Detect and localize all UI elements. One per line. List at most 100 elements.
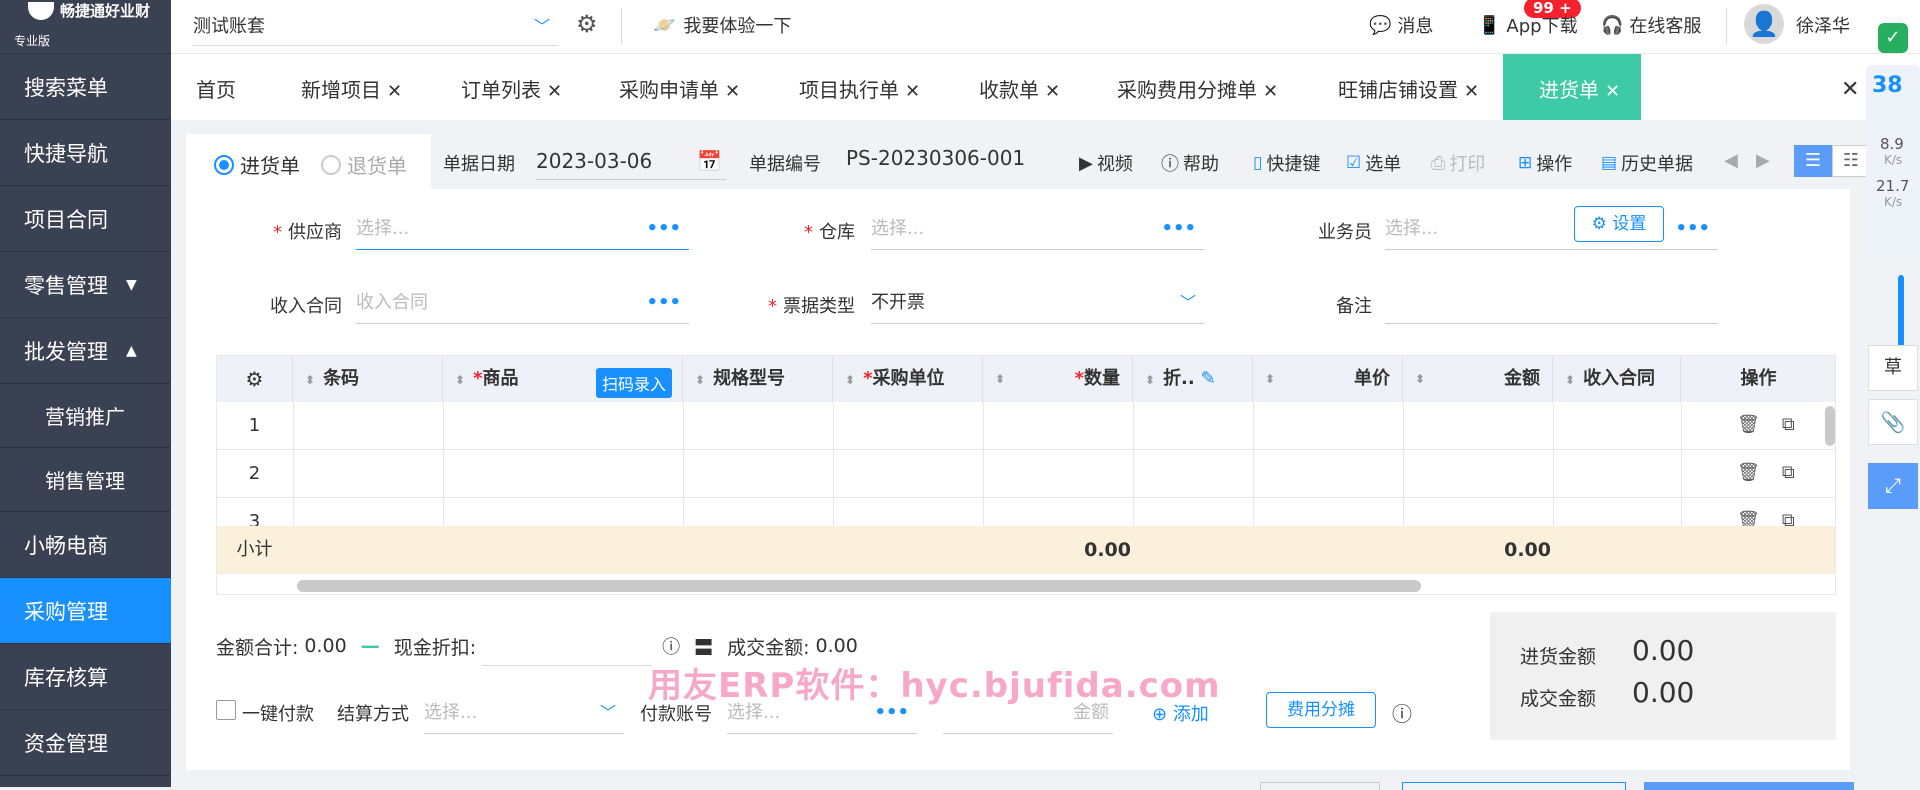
gear-icon[interactable]: ⚙ (576, 10, 598, 38)
draft-button[interactable]: 草 (1868, 345, 1918, 391)
column-header-barcode[interactable]: ⬍ 条码 (293, 356, 443, 402)
invoice-type-select[interactable]: 不开票 ﹀ (871, 282, 1204, 324)
settlement-method-select[interactable]: 选择... ﹀ (424, 692, 624, 734)
salesman-input[interactable]: 选择... ••• (1385, 208, 1718, 250)
sidebar-item-retail[interactable]: 零售管理 ▼ (0, 252, 171, 318)
card-view-icon[interactable]: ☷ (1832, 145, 1870, 177)
warehouse-input[interactable]: 选择... ••• (871, 208, 1204, 250)
cash-discount-input[interactable] (482, 626, 653, 666)
column-header-discount[interactable]: ⬍ 折.. ✎ (1133, 356, 1253, 402)
close-icon[interactable]: ✕ (1263, 81, 1278, 102)
sidebar-item-purchase[interactable]: 采购管理 (0, 578, 171, 644)
expand-icon[interactable]: ⤢ (1868, 463, 1918, 509)
column-header-quantity[interactable]: ⬍ *数量 (983, 356, 1133, 402)
attachment-icon[interactable]: 📎 (1868, 399, 1918, 445)
sidebar-item-ecommerce[interactable]: 小畅电商 (0, 512, 171, 578)
trash-icon[interactable]: 🗑 (1737, 414, 1760, 435)
more-icon[interactable]: ••• (646, 282, 681, 324)
payment-account-select[interactable]: 选择... ••• (727, 692, 917, 734)
prev-icon[interactable]: ◀ (1724, 150, 1738, 171)
help-icon[interactable]: ⓘ (1392, 698, 1412, 727)
radio-return[interactable]: 退货单 (321, 150, 407, 179)
help-icon[interactable]: ⓘ (662, 633, 680, 659)
close-icon[interactable]: ✕ (725, 81, 740, 102)
sidebar-item-funds[interactable]: 资金管理 (0, 710, 171, 776)
tab-purchase-fee-allocation[interactable]: 采购费用分摊单 ✕ (1117, 54, 1278, 120)
tab-home[interactable]: 首页 (196, 54, 236, 120)
table-row[interactable]: 2 🗑 ⧉ (217, 450, 1835, 498)
calendar-icon[interactable]: 📅 (697, 142, 722, 180)
one-click-pay-checkbox[interactable] (216, 700, 236, 720)
close-all-icon[interactable]: ✕ (1841, 54, 1859, 120)
sidebar-item-inventory[interactable]: 库存核算 (0, 644, 171, 710)
history-button[interactable]: ▤ 历史单据 (1601, 150, 1693, 176)
sidebar-item-marketing[interactable]: 营销推广 (0, 384, 171, 448)
add-payment-button[interactable]: ⊕ 添加 (1152, 700, 1209, 726)
sidebar-item-quick-nav[interactable]: 快捷导航 (0, 120, 171, 186)
column-settings-icon[interactable]: ⚙ (217, 356, 293, 402)
tab-new-project[interactable]: 新增项目 ✕ (301, 54, 402, 120)
edit-icon[interactable]: ✎ (1201, 368, 1216, 389)
column-header-spec[interactable]: ⬍ 规格型号 (683, 356, 833, 402)
messages-button[interactable]: 💬 消息 (1369, 12, 1433, 38)
shield-icon[interactable]: ✓ (1878, 23, 1908, 53)
bottom-button[interactable] (1402, 782, 1626, 790)
app-download-button[interactable]: 📱 App下载 (1478, 12, 1578, 38)
column-header-price[interactable]: ⬍ 单价 (1253, 356, 1403, 402)
more-icon[interactable]: ••• (874, 692, 909, 734)
sidebar-item-project-contract[interactable]: 项目合同 (0, 186, 171, 252)
column-header-contract[interactable]: ⬍ 收入合同 (1553, 356, 1681, 402)
required-mark: * (804, 222, 813, 243)
close-icon[interactable]: ✕ (387, 81, 402, 102)
column-header-amount[interactable]: ⬍ 金额 (1403, 356, 1553, 402)
settings-button[interactable]: ⚙ 设置 (1574, 206, 1664, 242)
more-icon[interactable]: ••• (1675, 208, 1710, 250)
close-icon[interactable]: ✕ (1045, 81, 1060, 102)
operate-button[interactable]: ⊞ 操作 (1518, 150, 1572, 176)
trash-icon[interactable]: 🗑 (1737, 462, 1760, 483)
copy-icon[interactable]: ⧉ (1782, 462, 1795, 483)
column-header-unit[interactable]: ⬍ *采购单位 (833, 356, 983, 402)
contract-input[interactable]: 收入合同 ••• (356, 282, 689, 324)
tab-receipt[interactable]: 收款单 ✕ (979, 54, 1060, 120)
sidebar-item-wholesale[interactable]: 批发管理 ▲ (0, 318, 171, 384)
fee-allocation-button[interactable]: 费用分摊 (1266, 692, 1376, 728)
tab-purchase-in[interactable]: 进货单 ✕ (1503, 54, 1641, 120)
select-button[interactable]: ☑ 选单 (1346, 150, 1401, 176)
user-name[interactable]: 徐泽华 (1796, 12, 1850, 38)
tab-order-list[interactable]: 订单列表 ✕ (461, 54, 562, 120)
tab-purchase-request[interactable]: 采购申请单 ✕ (619, 54, 740, 120)
online-service-button[interactable]: 🎧 在线客服 (1601, 12, 1701, 38)
scan-entry-button[interactable]: 扫码录入 (596, 368, 673, 398)
help-button[interactable]: ⓘ 帮助 (1161, 150, 1219, 176)
more-icon[interactable]: ••• (1161, 208, 1196, 250)
vertical-scrollbar[interactable] (1825, 406, 1835, 446)
radio-purchase-in[interactable]: 进货单 (214, 150, 300, 179)
try-button[interactable]: 🪐 我要体验一下 (653, 12, 791, 38)
close-icon[interactable]: ✕ (547, 81, 562, 102)
close-icon[interactable]: ✕ (905, 81, 920, 102)
tab-shop-settings[interactable]: 旺铺店铺设置 ✕ (1338, 54, 1479, 120)
video-button[interactable]: ▶ 视频 (1079, 150, 1133, 176)
tab-project-execution[interactable]: 项目执行单 ✕ (799, 54, 920, 120)
supplier-input[interactable]: 选择... ••• (356, 208, 689, 250)
sidebar-item-search-menu[interactable]: 搜索菜单 (0, 54, 171, 120)
table-row[interactable]: 1 🗑 ⧉ (217, 402, 1835, 450)
bottom-button[interactable] (1260, 782, 1380, 790)
list-view-icon[interactable]: ☰ (1794, 145, 1832, 177)
more-icon[interactable]: ••• (646, 208, 681, 250)
copy-icon[interactable]: ⧉ (1782, 414, 1795, 435)
close-icon[interactable]: ✕ (1605, 81, 1620, 102)
avatar[interactable]: 👤 (1744, 4, 1784, 44)
next-icon[interactable]: ▶ (1756, 150, 1770, 171)
sidebar-item-sales[interactable]: 销售管理 (0, 448, 171, 512)
horizontal-scrollbar[interactable] (297, 580, 1421, 592)
payment-amount-input[interactable]: 金额 (943, 692, 1113, 734)
shortcut-button[interactable]: ▯ 快捷键 (1253, 150, 1320, 176)
account-select[interactable]: 测试账套 ﹀ (193, 8, 558, 46)
date-input[interactable]: 2023-03-06 📅 (536, 142, 726, 180)
remark-input[interactable] (1385, 282, 1718, 324)
bottom-button[interactable] (1644, 782, 1854, 790)
close-icon[interactable]: ✕ (1464, 81, 1479, 102)
print-button[interactable]: ⎙ 打印 (1431, 150, 1485, 176)
